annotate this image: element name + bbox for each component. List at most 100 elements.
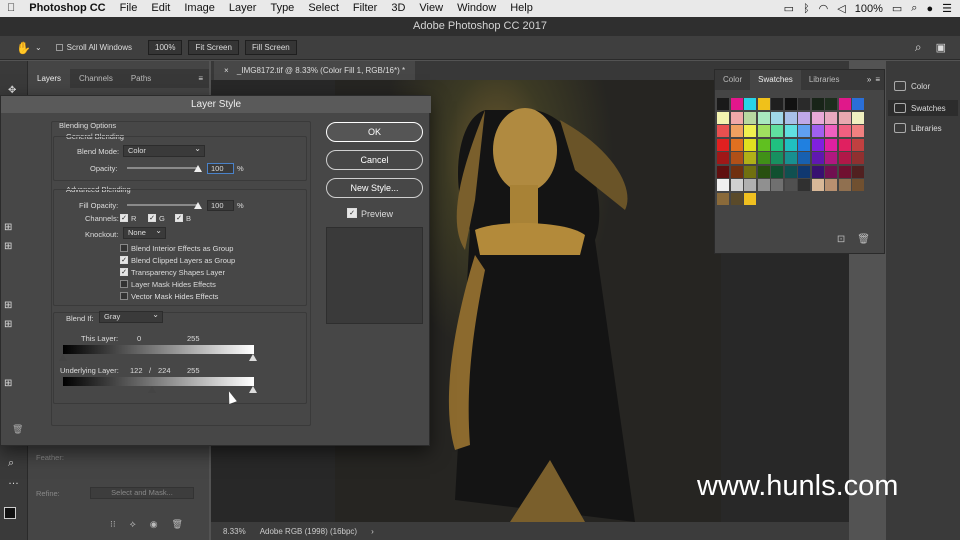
dock-color[interactable]: Color <box>894 81 930 91</box>
swatch[interactable] <box>730 98 743 110</box>
swatch[interactable] <box>744 192 756 205</box>
swatch[interactable] <box>717 192 729 205</box>
menu-3d[interactable]: 3D <box>384 0 412 17</box>
fx-icon[interactable]: ⟡ <box>130 519 136 530</box>
swatch[interactable] <box>852 179 864 191</box>
blend-if-select[interactable]: Gray <box>99 310 163 323</box>
swatch[interactable] <box>811 125 824 137</box>
dock-swatches[interactable]: Swatches <box>888 100 958 116</box>
fill-opacity-slider-thumb[interactable] <box>194 202 202 209</box>
swatch[interactable] <box>811 111 824 124</box>
airplay-icon[interactable]: ▭ <box>784 2 794 15</box>
swatches-menu-icon[interactable]: ≡ <box>875 70 880 90</box>
swatch[interactable] <box>838 179 851 191</box>
mask-icon[interactable]: ◉ <box>150 519 158 530</box>
zoom-100-button[interactable]: 100% <box>148 40 183 55</box>
opacity-input[interactable]: 100 <box>207 163 234 174</box>
swatch[interactable] <box>730 125 743 137</box>
swatch[interactable] <box>784 98 797 110</box>
swatch[interactable] <box>784 152 797 164</box>
swatch[interactable] <box>825 125 837 137</box>
menu-image[interactable]: Image <box>177 0 222 17</box>
menu-layer[interactable]: Layer <box>222 0 264 17</box>
vector-mask-hides-checkbox[interactable] <box>120 292 128 300</box>
swatch[interactable] <box>744 125 756 137</box>
workspace-icon[interactable]: ▣ <box>936 41 946 54</box>
swatch[interactable] <box>784 125 797 137</box>
swatch[interactable] <box>798 98 810 110</box>
menu-help[interactable]: Help <box>503 0 540 17</box>
channel-r-checkbox[interactable]: ✓ <box>120 214 128 222</box>
swatch[interactable] <box>852 98 864 110</box>
new-swatch-icon[interactable]: ⊡ <box>837 234 845 245</box>
swatch[interactable] <box>798 125 810 137</box>
underlying-black-split-slider[interactable] <box>148 386 156 393</box>
hand-tool-icon[interactable]: ✋ <box>16 41 31 55</box>
swatch[interactable] <box>852 125 864 137</box>
this-layer-black-slider[interactable] <box>59 354 67 361</box>
swatch[interactable] <box>744 98 756 110</box>
tab-color[interactable]: Color <box>715 70 750 90</box>
swatch[interactable] <box>852 138 864 151</box>
swatch[interactable] <box>825 98 837 110</box>
search-icon[interactable]: ⌕ <box>915 40 922 55</box>
swatch[interactable] <box>757 138 770 151</box>
more-tools-icon[interactable]: … <box>8 475 19 487</box>
new-style-button[interactable]: New Style... <box>326 178 423 198</box>
channel-g-checkbox[interactable]: ✓ <box>148 214 156 222</box>
swatch[interactable] <box>757 111 770 124</box>
swatch[interactable] <box>771 152 783 164</box>
delete-swatch-icon[interactable]: 🗑 <box>857 234 870 245</box>
swatch[interactable] <box>717 165 729 178</box>
swatch[interactable] <box>744 111 756 124</box>
wifi-icon[interactable]: ◠ <box>819 2 829 15</box>
swatch[interactable] <box>798 165 810 178</box>
fill-opacity-slider-track[interactable] <box>127 204 199 206</box>
swatch[interactable] <box>838 152 851 164</box>
swatch[interactable] <box>838 125 851 137</box>
menu-edit[interactable]: Edit <box>144 0 177 17</box>
zoom-level[interactable]: 8.33% <box>223 527 246 536</box>
layer-mask-hides-checkbox[interactable] <box>120 280 128 288</box>
tab-swatches[interactable]: Swatches <box>750 70 801 90</box>
swatch[interactable] <box>798 111 810 124</box>
swatch[interactable] <box>811 138 824 151</box>
notification-center-icon[interactable]: ☰ <box>942 2 952 15</box>
swatch[interactable] <box>757 165 770 178</box>
menu-window[interactable]: Window <box>450 0 503 17</box>
status-expand-icon[interactable]: › <box>371 527 374 536</box>
fit-screen-button[interactable]: Fit Screen <box>188 40 239 55</box>
battery-icon[interactable]: ▭ <box>892 2 902 15</box>
swatch[interactable] <box>784 111 797 124</box>
swatch[interactable] <box>852 152 864 164</box>
channel-b-checkbox[interactable]: ✓ <box>175 214 183 222</box>
swatch[interactable] <box>730 179 743 191</box>
preview-checkbox[interactable]: ✓ <box>347 208 357 218</box>
add-style-icon-1[interactable]: ⊞ <box>4 222 12 233</box>
transparency-shapes-checkbox[interactable]: ✓ <box>120 268 128 276</box>
swatch[interactable] <box>811 98 824 110</box>
foreground-color-swatch[interactable] <box>4 507 16 519</box>
swatch[interactable] <box>852 165 864 178</box>
knockout-select[interactable]: None <box>123 226 166 239</box>
swatch[interactable] <box>744 179 756 191</box>
opacity-slider-track[interactable] <box>127 167 199 169</box>
tool-preset-chevron-icon[interactable]: ⌄ <box>35 43 42 52</box>
add-style-icon-5[interactable]: ⊞ <box>4 378 12 389</box>
swatch[interactable] <box>771 179 783 191</box>
tab-channels[interactable]: Channels <box>70 69 122 88</box>
swatch[interactable] <box>744 138 756 151</box>
spotlight-search-icon[interactable]: ⌕ <box>911 2 917 15</box>
swatch[interactable] <box>757 179 770 191</box>
tab-libraries[interactable]: Libraries <box>801 70 848 90</box>
apple-icon[interactable]:  <box>0 0 22 17</box>
swatch[interactable] <box>798 179 810 191</box>
fill-opacity-input[interactable]: 100 <box>207 200 234 211</box>
swatch[interactable] <box>730 165 743 178</box>
underlying-white-slider[interactable] <box>249 386 257 393</box>
tab-layers[interactable]: Layers <box>28 69 71 88</box>
swatch[interactable] <box>717 152 729 164</box>
swatch[interactable] <box>744 165 756 178</box>
swatch[interactable] <box>825 138 837 151</box>
bluetooth-icon[interactable]: ᛒ <box>803 3 810 15</box>
